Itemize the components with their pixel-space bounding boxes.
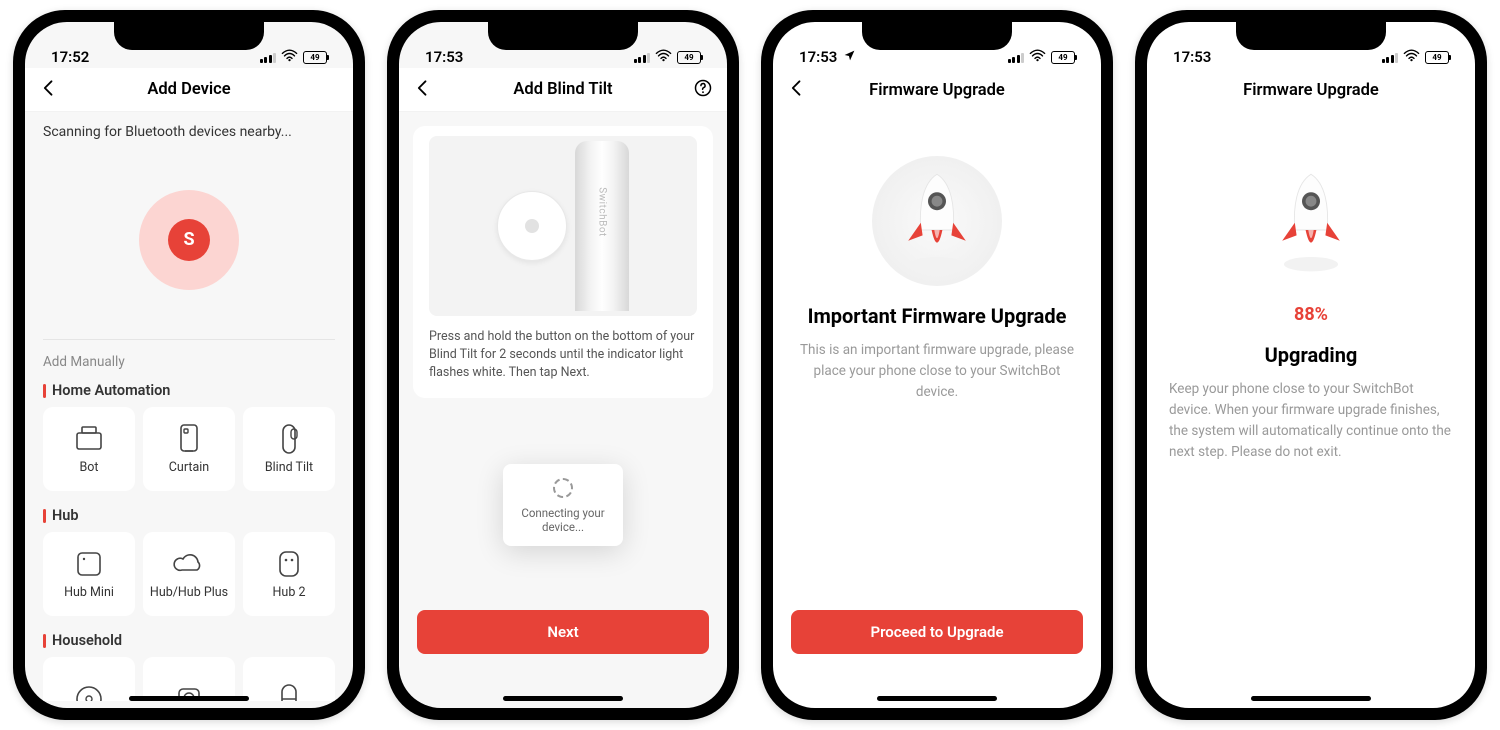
- back-button[interactable]: [413, 78, 433, 102]
- notch: [114, 22, 264, 50]
- page-title: Firmware Upgrade: [1243, 81, 1379, 100]
- bot-icon: [69, 424, 109, 454]
- tile-hub-plus[interactable]: Hub/Hub Plus: [143, 532, 235, 616]
- status-time: 17:52: [51, 48, 89, 66]
- modal-text: Connecting your device...: [513, 506, 613, 534]
- phone-firmware-upgrading: 17:53 49 Firmware Upgrade 88% Upgrading …: [1135, 10, 1487, 720]
- status-time: 17:53: [425, 48, 463, 66]
- battery-icon: 49: [1425, 51, 1449, 64]
- location-icon: [843, 48, 856, 66]
- section-household: Household: [25, 626, 353, 657]
- device-illustration: [429, 136, 697, 316]
- home-indicator[interactable]: [503, 696, 623, 701]
- home-indicator[interactable]: [129, 696, 249, 701]
- tile-label: Bot: [79, 460, 98, 475]
- tile-label: Curtain: [169, 460, 209, 475]
- tile-label: Hub 2: [273, 585, 306, 600]
- notch: [488, 22, 638, 50]
- tile-label: Hub/Hub Plus: [150, 585, 228, 600]
- nav-bar: Add Blind Tilt: [399, 68, 727, 112]
- instruction-text: Press and hold the button on the bottom …: [429, 328, 697, 382]
- notch: [1236, 22, 1386, 50]
- nav-bar: Firmware Upgrade: [1147, 68, 1475, 112]
- help-button[interactable]: [693, 78, 713, 102]
- nav-bar: Add Device: [25, 68, 353, 112]
- spinner-icon: [553, 478, 573, 498]
- cloud-icon: [169, 549, 209, 579]
- battery-icon: 49: [303, 51, 327, 64]
- hero-body: Keep your phone close to your SwitchBot …: [1169, 379, 1453, 463]
- cellular-icon: [634, 52, 651, 63]
- section-hub: Hub: [25, 501, 353, 532]
- cellular-icon: [260, 52, 277, 63]
- status-time: 17:53: [1173, 48, 1211, 66]
- tile-hub-mini[interactable]: Hub Mini: [43, 532, 135, 616]
- connecting-modal: Connecting your device...: [503, 464, 623, 546]
- hub2-icon: [269, 549, 309, 579]
- home-indicator[interactable]: [877, 696, 997, 701]
- tile-household-3[interactable]: [243, 657, 335, 701]
- wifi-icon: [1403, 48, 1420, 66]
- cellular-icon: [1382, 52, 1399, 63]
- curtain-icon: [169, 424, 209, 454]
- switchbot-badge-icon: S: [168, 219, 210, 261]
- dial-icon: [497, 191, 567, 261]
- proceed-upgrade-button[interactable]: Proceed to Upgrade: [791, 610, 1083, 654]
- page-title: Add Device: [147, 80, 230, 99]
- hub-mini-icon: [69, 549, 109, 579]
- page-title: Add Blind Tilt: [513, 80, 612, 99]
- rocket-icon: [1246, 156, 1376, 286]
- home-indicator[interactable]: [1251, 696, 1371, 701]
- phone-add-device: 17:52 49 Add Device Scanning for Bluetoo…: [13, 10, 365, 720]
- cellular-icon: [1008, 52, 1025, 63]
- battery-icon: 49: [677, 51, 701, 64]
- hero-title: Upgrading: [1265, 343, 1358, 367]
- hero-body: This is an important firmware upgrade, p…: [795, 340, 1079, 403]
- tile-bot[interactable]: Bot: [43, 407, 135, 491]
- wifi-icon: [1029, 48, 1046, 66]
- status-time: 17:53: [799, 48, 837, 66]
- rocket-icon: [872, 156, 1002, 286]
- hero-title: Important Firmware Upgrade: [808, 304, 1067, 328]
- pill-icon: [269, 684, 309, 701]
- notch: [862, 22, 1012, 50]
- phone-add-blind-tilt: 17:53 49 Add Blind Tilt Press and hold t…: [387, 10, 739, 720]
- tile-hub-2[interactable]: Hub 2: [243, 532, 335, 616]
- phone-firmware-prompt: 17:53 49 Firmware Upgrade Important Firm…: [761, 10, 1113, 720]
- scan-status-text: Scanning for Bluetooth devices nearby...: [25, 112, 353, 140]
- blind-tilt-icon: [269, 424, 309, 454]
- tile-household-1[interactable]: [43, 657, 135, 701]
- page-title: Firmware Upgrade: [869, 81, 1005, 100]
- add-manually-label: Add Manually: [25, 340, 353, 376]
- vacuum-icon: [69, 684, 109, 701]
- tile-label: Hub Mini: [64, 585, 114, 600]
- instruction-card: Press and hold the button on the bottom …: [413, 126, 713, 398]
- tile-label: Blind Tilt: [265, 460, 313, 475]
- tile-curtain[interactable]: Curtain: [143, 407, 235, 491]
- tile-household-2[interactable]: [143, 657, 235, 701]
- back-button[interactable]: [39, 78, 59, 102]
- wifi-icon: [281, 48, 298, 66]
- back-button[interactable]: [787, 78, 807, 102]
- battery-icon: 49: [1051, 51, 1075, 64]
- wifi-icon: [655, 48, 672, 66]
- upgrade-progress: 88%: [1294, 304, 1328, 325]
- next-button[interactable]: Next: [417, 610, 709, 654]
- bluetooth-scanner: S: [43, 140, 335, 340]
- nav-bar: Firmware Upgrade: [773, 68, 1101, 112]
- blind-tilt-device-icon: [575, 141, 629, 311]
- tile-blind-tilt[interactable]: Blind Tilt: [243, 407, 335, 491]
- section-home-automation: Home Automation: [25, 376, 353, 407]
